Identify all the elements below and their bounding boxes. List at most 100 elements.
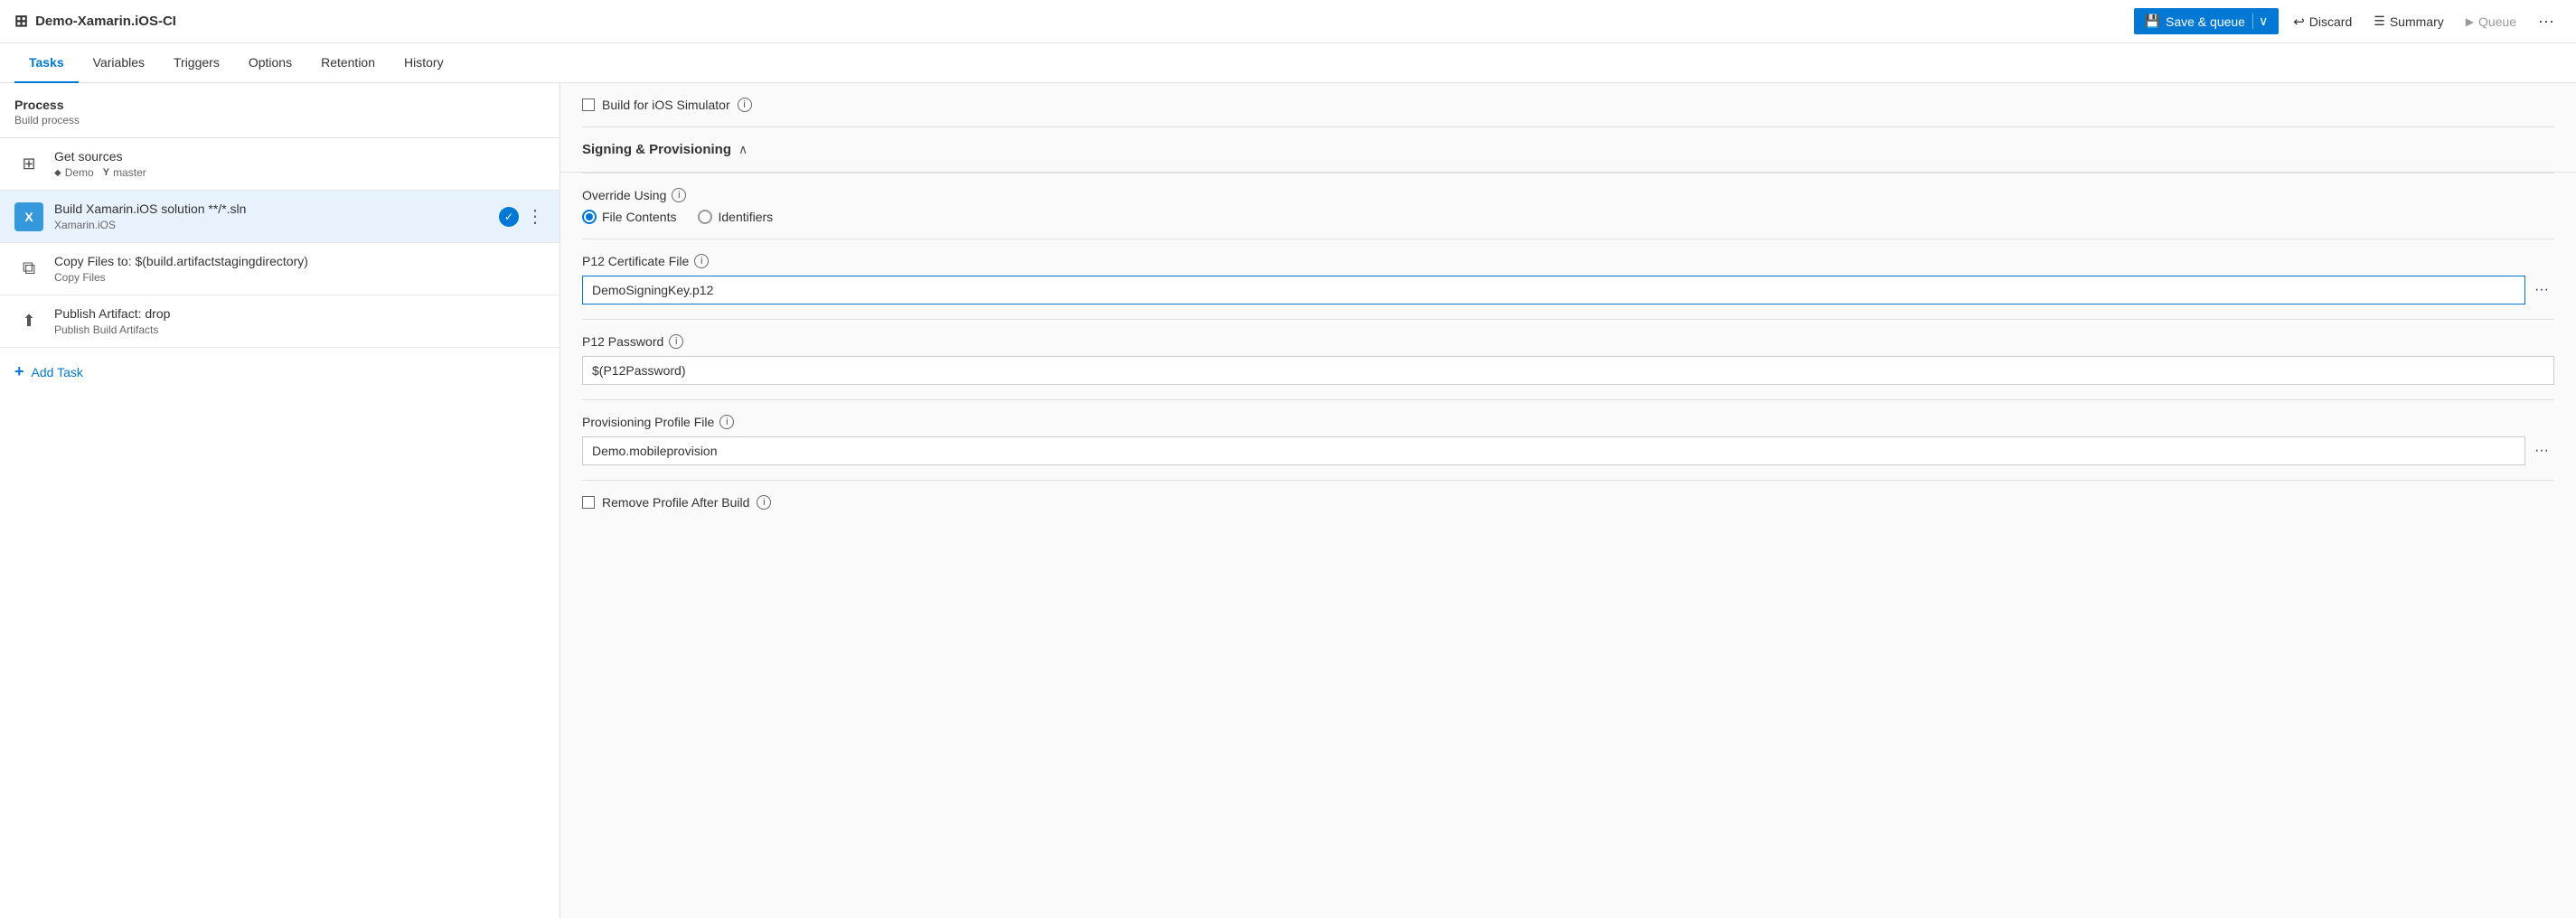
radio-file-contents-inner	[586, 213, 593, 220]
repo-name: Demo	[65, 166, 94, 179]
override-using-row: Override Using i File Contents Identifie…	[560, 173, 2576, 239]
more-button[interactable]: ···	[2531, 8, 2562, 34]
check-icon: ✓	[504, 211, 513, 223]
add-task-button[interactable]: + Add Task	[0, 348, 559, 396]
upload-icon: ⬆	[22, 312, 35, 331]
tab-history[interactable]: History	[390, 43, 458, 83]
task-more-button[interactable]: ⋮	[526, 208, 545, 226]
signing-section-header[interactable]: Signing & Provisioning ∧	[560, 127, 2576, 173]
p12-cert-input-row: ···	[582, 276, 2554, 304]
remove-profile-label: Remove Profile After Build	[602, 495, 749, 510]
branch-name: master	[113, 166, 146, 179]
build-xamarin-info: Build Xamarin.iOS solution **/*.sln Xama…	[54, 201, 488, 231]
branch-icon: Y	[103, 167, 109, 178]
process-header: Process Build process	[0, 83, 559, 138]
add-task-label: Add Task	[32, 365, 83, 379]
radio-file-contents-outer	[582, 210, 597, 224]
build-ios-checkbox[interactable]	[582, 98, 595, 111]
copy-files-name: Copy Files to: $(build.artifactstagingdi…	[54, 254, 545, 268]
provisioning-profile-label: Provisioning Profile File	[582, 415, 714, 429]
main-layout: Process Build process ⊞ Get sources ◆ De…	[0, 83, 2576, 918]
task-copy-files[interactable]: ⧉ Copy Files to: $(build.artifactstaging…	[0, 243, 559, 295]
provisioning-profile-more-button[interactable]: ···	[2529, 439, 2554, 463]
p12-cert-label: P12 Certificate File	[582, 254, 689, 268]
radio-identifiers-outer	[698, 210, 712, 224]
radio-file-contents[interactable]: File Contents	[582, 210, 676, 224]
process-subtitle: Build process	[14, 114, 545, 126]
tab-options[interactable]: Options	[234, 43, 306, 83]
p12-cert-row: P12 Certificate File i ···	[560, 239, 2576, 319]
queue-icon: ▶	[2466, 15, 2474, 28]
right-panel: Build for iOS Simulator i Signing & Prov…	[560, 83, 2576, 918]
provisioning-profile-label-area: Provisioning Profile File i	[582, 415, 2554, 429]
override-using-info-icon[interactable]: i	[672, 188, 686, 202]
nav-tabs: Tasks Variables Triggers Options Retenti…	[0, 43, 2576, 83]
get-sources-branch: Y master	[103, 166, 146, 179]
discard-button[interactable]: ↩ Discard	[2286, 8, 2359, 35]
header: ⊞ Demo-Xamarin.iOS-CI 💾 Save & queue ∨ ↩…	[0, 0, 2576, 43]
build-xamarin-actions: ✓ ⋮	[499, 207, 545, 227]
publish-icon-area: ⬆	[14, 307, 43, 336]
remove-profile-info-icon[interactable]: i	[757, 495, 771, 510]
p12-cert-info-icon[interactable]: i	[694, 254, 709, 268]
tab-tasks[interactable]: Tasks	[14, 43, 79, 83]
radio-identifiers-label: Identifiers	[718, 210, 773, 224]
p12-password-input[interactable]	[582, 356, 2554, 385]
chevron-up-icon: ∧	[738, 142, 747, 157]
save-icon: 💾	[2145, 14, 2160, 29]
override-using-label-area: Override Using i	[582, 188, 2554, 202]
remove-profile-checkbox[interactable]	[582, 496, 595, 509]
publish-artifact-meta: Publish Build Artifacts	[54, 323, 545, 336]
p12-password-input-row	[582, 356, 2554, 385]
radio-identifiers[interactable]: Identifiers	[698, 210, 773, 224]
task-publish-artifact[interactable]: ⬆ Publish Artifact: drop Publish Build A…	[0, 295, 559, 348]
build-xamarin-name: Build Xamarin.iOS solution **/*.sln	[54, 201, 488, 216]
provisioning-profile-input[interactable]	[582, 436, 2525, 465]
save-queue-button[interactable]: 💾 Save & queue ∨	[2134, 8, 2280, 34]
queue-label: Queue	[2478, 14, 2516, 29]
save-queue-chevron[interactable]: ∨	[2252, 14, 2268, 29]
save-queue-label: Save & queue	[2166, 14, 2245, 29]
task-get-sources[interactable]: ⊞ Get sources ◆ Demo Y master	[0, 138, 559, 191]
copy-files-info: Copy Files to: $(build.artifactstagingdi…	[54, 254, 545, 284]
build-xamarin-subtitle: Xamarin.iOS	[54, 219, 116, 231]
build-xamarin-meta: Xamarin.iOS	[54, 219, 488, 231]
discard-icon: ↩	[2293, 14, 2305, 30]
app-icon: ⊞	[14, 12, 28, 31]
tab-variables[interactable]: Variables	[79, 43, 159, 83]
tab-retention[interactable]: Retention	[306, 43, 390, 83]
app-title-area: ⊞ Demo-Xamarin.iOS-CI	[14, 12, 176, 31]
copy-files-meta: Copy Files	[54, 271, 545, 284]
p12-password-label-area: P12 Password i	[582, 334, 2554, 349]
build-ios-label: Build for iOS Simulator	[602, 98, 730, 112]
left-panel: Process Build process ⊞ Get sources ◆ De…	[0, 83, 560, 918]
get-sources-meta: ◆ Demo Y master	[54, 166, 545, 179]
build-ios-row: Build for iOS Simulator i	[560, 83, 2576, 126]
publish-artifact-info: Publish Artifact: drop Publish Build Art…	[54, 306, 545, 336]
p12-password-info-icon[interactable]: i	[669, 334, 683, 349]
p12-cert-more-button[interactable]: ···	[2529, 278, 2554, 302]
copy-icon: ⧉	[23, 258, 35, 279]
diamond-icon: ◆	[54, 168, 61, 178]
task-build-xamarin[interactable]: X Build Xamarin.iOS solution **/*.sln Xa…	[0, 191, 559, 243]
tab-triggers[interactable]: Triggers	[159, 43, 234, 83]
queue-button[interactable]: ▶ Queue	[2458, 9, 2524, 34]
summary-button[interactable]: ☰ Summary	[2366, 8, 2450, 34]
build-ios-info-icon[interactable]: i	[738, 98, 752, 112]
provisioning-profile-row: Provisioning Profile File i ···	[560, 400, 2576, 480]
header-actions: 💾 Save & queue ∨ ↩ Discard ☰ Summary ▶ Q…	[2134, 8, 2562, 35]
provisioning-profile-input-row: ···	[582, 436, 2554, 465]
p12-cert-input[interactable]	[582, 276, 2525, 304]
task-check-icon: ✓	[499, 207, 519, 227]
get-sources-icon-area: ⊞	[14, 150, 43, 179]
process-title: Process	[14, 98, 545, 112]
publish-artifact-name: Publish Artifact: drop	[54, 306, 545, 321]
copy-files-subtitle: Copy Files	[54, 271, 106, 284]
app-title: Demo-Xamarin.iOS-CI	[35, 14, 176, 29]
discard-label: Discard	[2309, 14, 2352, 29]
provisioning-profile-info-icon[interactable]: i	[719, 415, 734, 429]
radio-file-contents-label: File Contents	[602, 210, 676, 224]
p12-password-row: P12 Password i	[560, 320, 2576, 399]
remove-profile-row: Remove Profile After Build i	[560, 481, 2576, 524]
publish-artifact-subtitle: Publish Build Artifacts	[54, 323, 158, 336]
